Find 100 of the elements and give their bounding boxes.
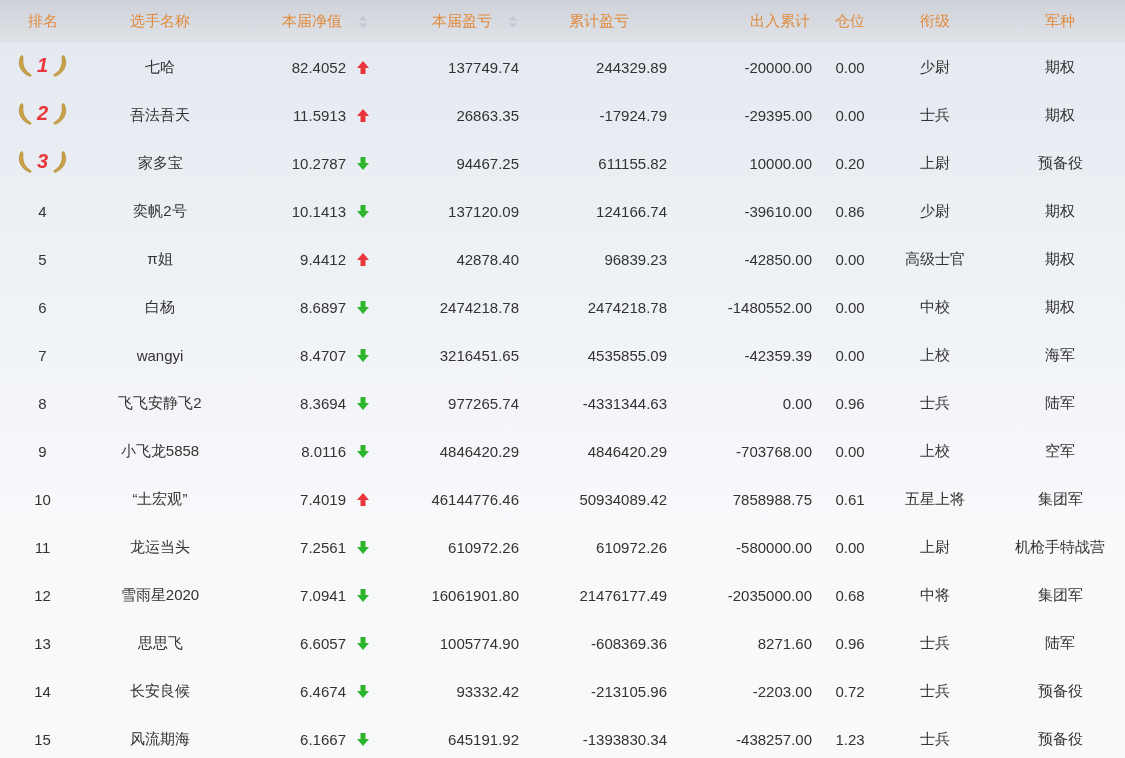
table-cell: 50934089.42 [579,490,667,508]
table-cell: 124166.74 [596,202,667,220]
rank-number: 7 [38,346,47,364]
table-cell: 0.86 [835,202,865,220]
column-header[interactable]: 本届盈亏 [432,12,518,31]
column-header: 选手名称 [130,12,190,31]
table-cell: -213105.96 [591,682,667,700]
table-cell: 0.00 [835,346,865,364]
table-cell: 21476177.49 [579,586,667,604]
table-cell: -703768.00 [736,442,812,460]
table-cell: 期权 [1045,201,1075,219]
table-cell: 0.96 [835,634,865,652]
table-cell: 高级士官 [905,249,965,267]
table-cell: 空军 [1045,441,1075,459]
column-header: 累计盈亏 [569,12,629,31]
player-name: 吾法吾天 [130,105,190,123]
net-value: 8.6897 [300,298,346,316]
player-name: 白杨 [145,297,175,315]
table-cell: 少尉 [920,57,950,75]
net-value: 6.6057 [300,634,346,652]
player-name: π姐 [147,249,173,267]
table-cell: 0.72 [835,682,865,700]
table-cell: 10000.00 [749,154,812,172]
table-cell: 0.00 [835,106,865,124]
table-cell: 集团军 [1037,585,1083,603]
table-cell: 上校 [920,441,950,459]
player-name: wangyi [136,346,184,364]
table-cell: -1393830.34 [582,730,667,748]
table-cell: 244329.89 [596,58,667,76]
table-cell: 机枪手特战营 [1015,537,1105,555]
table-cell: -580000.00 [736,538,812,556]
player-name: 龙运当头 [130,537,190,555]
table-cell: 0.00 [835,538,865,556]
net-value: 6.1667 [300,730,346,748]
table-cell: 645191.92 [448,730,519,748]
net-value: 7.4019 [300,490,346,508]
net-value: 8.3694 [300,394,346,412]
table-cell: 上尉 [920,537,950,555]
table-cell: 610972.26 [596,538,667,556]
table-cell: -29395.00 [744,106,812,124]
table-cell: 977265.74 [448,394,519,412]
table-cell: 137120.09 [448,202,519,220]
rank-number: 4 [38,202,47,220]
column-header[interactable]: 本届净值 [282,12,368,31]
table-cell: 期权 [1045,297,1075,315]
table-cell: 预备役 [1037,729,1083,747]
net-value: 82.4052 [291,58,346,76]
table-cell: -1480552.00 [727,298,812,316]
table-cell: -438257.00 [736,730,812,748]
table-cell: 预备役 [1037,681,1083,699]
rank-number: 6 [38,298,47,316]
table-cell: 五星上将 [905,489,965,507]
table-cell: 期权 [1045,249,1075,267]
rank-number: 13 [34,634,51,652]
table-cell: 0.00 [782,394,812,412]
table-cell: 1005774.90 [439,634,519,652]
column-header: 衔级 [920,12,950,31]
table-cell: 士兵 [920,633,950,651]
table-cell: 士兵 [920,105,950,123]
table-cell: 0.00 [835,250,865,268]
table-cell: 4846420.29 [439,442,519,460]
column-header: 仓位 [835,12,865,31]
player-name: “土宏观” [132,489,188,507]
player-name: 雪雨星2020 [120,585,200,603]
table-cell: 3216451.65 [439,346,519,364]
table-cell: 2474218.78 [587,298,667,316]
rank-number: 14 [34,682,51,700]
table-cell: 少尉 [920,201,950,219]
table-cell: 610972.26 [448,538,519,556]
rank-badge: 3 [16,150,69,174]
table-cell: -4331344.63 [582,394,667,412]
rank-number: 10 [34,490,51,508]
player-name: 思思飞 [137,633,183,651]
table-cell: 上尉 [920,153,950,171]
table-cell: 0.68 [835,586,865,604]
rank-number: 15 [34,730,51,748]
player-name: 风流期海 [130,729,190,747]
net-value: 10.1413 [291,202,346,220]
net-value: 8.4707 [300,346,346,364]
table-cell: -42850.00 [744,250,812,268]
table-cell: 26863.35 [456,106,519,124]
table-cell: 士兵 [920,681,950,699]
table-cell: -39610.00 [744,202,812,220]
table-cell: 中将 [920,585,950,603]
table-cell: 1.23 [835,730,865,748]
rank-number: 9 [38,442,47,460]
rank-badge: 2 [16,102,69,126]
net-value: 9.4412 [300,250,346,268]
table-cell: 94467.25 [456,154,519,172]
table-cell: 陆军 [1045,393,1075,411]
table-cell: 期权 [1045,57,1075,75]
rank-number: 8 [38,394,47,412]
column-header: 出入累计 [750,12,810,31]
table-cell: -2035000.00 [727,586,812,604]
table-cell: 陆军 [1045,633,1075,651]
table-cell: 96839.23 [604,250,667,268]
table-cell: 42878.40 [456,250,519,268]
table-cell: 4535855.09 [587,346,667,364]
rank-number: 12 [34,586,51,604]
table-cell: 16061901.80 [431,586,519,604]
